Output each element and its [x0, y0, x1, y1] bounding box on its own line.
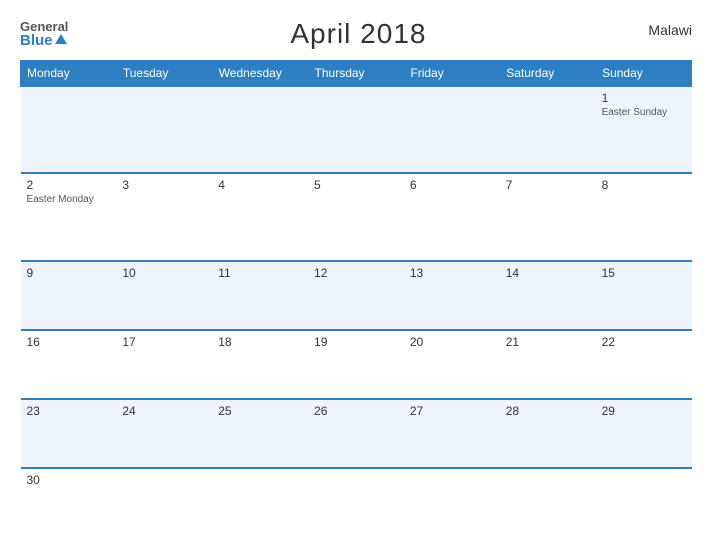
- calendar-cell: [21, 86, 117, 173]
- calendar-cell: 5: [308, 173, 404, 260]
- calendar-cell: 23: [21, 399, 117, 468]
- month-title: April 2018: [290, 18, 426, 50]
- calendar-cell: [212, 468, 308, 536]
- day-number: 30: [27, 473, 111, 487]
- day-header-saturday: Saturday: [500, 61, 596, 87]
- day-number: 18: [218, 335, 302, 349]
- calendar-cell: 21: [500, 330, 596, 399]
- day-number: 22: [602, 335, 686, 349]
- calendar-cell: 8: [596, 173, 692, 260]
- day-number: 19: [314, 335, 398, 349]
- calendar-cell: [308, 468, 404, 536]
- day-number: 26: [314, 404, 398, 418]
- calendar-cell: [500, 86, 596, 173]
- logo-triangle-icon: [55, 34, 67, 44]
- calendar-cell: 7: [500, 173, 596, 260]
- day-number: 25: [218, 404, 302, 418]
- calendar-cell: 18: [212, 330, 308, 399]
- calendar-table: MondayTuesdayWednesdayThursdayFridaySatu…: [20, 60, 692, 536]
- calendar-cell: 4: [212, 173, 308, 260]
- day-number: 6: [410, 178, 494, 192]
- day-number: 8: [602, 178, 686, 192]
- calendar-cell: [116, 86, 212, 173]
- day-number: 16: [27, 335, 111, 349]
- calendar-cell: 1 Easter Sunday: [596, 86, 692, 173]
- calendar-cell: 22: [596, 330, 692, 399]
- day-number: 11: [218, 266, 302, 280]
- day-number: 3: [122, 178, 206, 192]
- calendar-cell: [116, 468, 212, 536]
- day-number: 12: [314, 266, 398, 280]
- week-row-6: 30: [21, 468, 692, 536]
- day-header-tuesday: Tuesday: [116, 61, 212, 87]
- week-row-3: 9 10 11 12 13 14 15: [21, 261, 692, 330]
- calendar-cell: 2 Easter Monday: [21, 173, 117, 260]
- logo-blue-text: Blue: [20, 33, 68, 48]
- calendar-cell: [404, 86, 500, 173]
- day-header-thursday: Thursday: [308, 61, 404, 87]
- day-number: 13: [410, 266, 494, 280]
- day-number: 4: [218, 178, 302, 192]
- day-number: 2: [27, 178, 111, 192]
- calendar-cell: 25: [212, 399, 308, 468]
- day-number: 14: [506, 266, 590, 280]
- day-number: 10: [122, 266, 206, 280]
- day-number: 15: [602, 266, 686, 280]
- days-of-week-row: MondayTuesdayWednesdayThursdayFridaySatu…: [21, 61, 692, 87]
- day-number: 27: [410, 404, 494, 418]
- week-row-2: 2 Easter Monday 345678: [21, 173, 692, 260]
- calendar-cell: 11: [212, 261, 308, 330]
- calendar-cell: [404, 468, 500, 536]
- calendar-cell: 3: [116, 173, 212, 260]
- calendar-cell: 17: [116, 330, 212, 399]
- calendar-header: MondayTuesdayWednesdayThursdayFridaySatu…: [21, 61, 692, 87]
- day-header-monday: Monday: [21, 61, 117, 87]
- day-number: 17: [122, 335, 206, 349]
- day-number: 5: [314, 178, 398, 192]
- day-header-sunday: Sunday: [596, 61, 692, 87]
- day-number: 9: [27, 266, 111, 280]
- calendar-cell: 27: [404, 399, 500, 468]
- day-header-friday: Friday: [404, 61, 500, 87]
- calendar-cell: [212, 86, 308, 173]
- holiday-label: Easter Sunday: [602, 107, 686, 118]
- calendar-cell: 19: [308, 330, 404, 399]
- calendar-cell: 15: [596, 261, 692, 330]
- calendar-cell: 13: [404, 261, 500, 330]
- day-number: 23: [27, 404, 111, 418]
- calendar-cell: 30: [21, 468, 117, 536]
- calendar-cell: 14: [500, 261, 596, 330]
- day-number: 24: [122, 404, 206, 418]
- day-number: 1: [602, 91, 686, 105]
- week-row-1: 1 Easter Sunday: [21, 86, 692, 173]
- calendar-body: 1 Easter Sunday 2 Easter Monday 345678 9 10 11 1…: [21, 86, 692, 536]
- calendar-cell: 10: [116, 261, 212, 330]
- day-number: 29: [602, 404, 686, 418]
- logo: General Blue: [20, 20, 68, 48]
- day-header-wednesday: Wednesday: [212, 61, 308, 87]
- country-label: Malawi: [648, 22, 692, 38]
- day-number: 28: [506, 404, 590, 418]
- page-header: General Blue April 2018 Malawi: [20, 18, 692, 50]
- calendar-cell: 26: [308, 399, 404, 468]
- calendar-cell: 9: [21, 261, 117, 330]
- calendar-cell: 16: [21, 330, 117, 399]
- day-number: 20: [410, 335, 494, 349]
- calendar-cell: 29: [596, 399, 692, 468]
- calendar-cell: 12: [308, 261, 404, 330]
- calendar-cell: 6: [404, 173, 500, 260]
- holiday-label: Easter Monday: [27, 194, 111, 205]
- calendar-cell: [500, 468, 596, 536]
- calendar-cell: 24: [116, 399, 212, 468]
- calendar-cell: 20: [404, 330, 500, 399]
- calendar-cell: 28: [500, 399, 596, 468]
- day-number: 21: [506, 335, 590, 349]
- week-row-5: 23 24 25 26 27 28 29: [21, 399, 692, 468]
- calendar-cell: [308, 86, 404, 173]
- week-row-4: 16 17 18 19 20 21 22: [21, 330, 692, 399]
- calendar-cell: [596, 468, 692, 536]
- day-number: 7: [506, 178, 590, 192]
